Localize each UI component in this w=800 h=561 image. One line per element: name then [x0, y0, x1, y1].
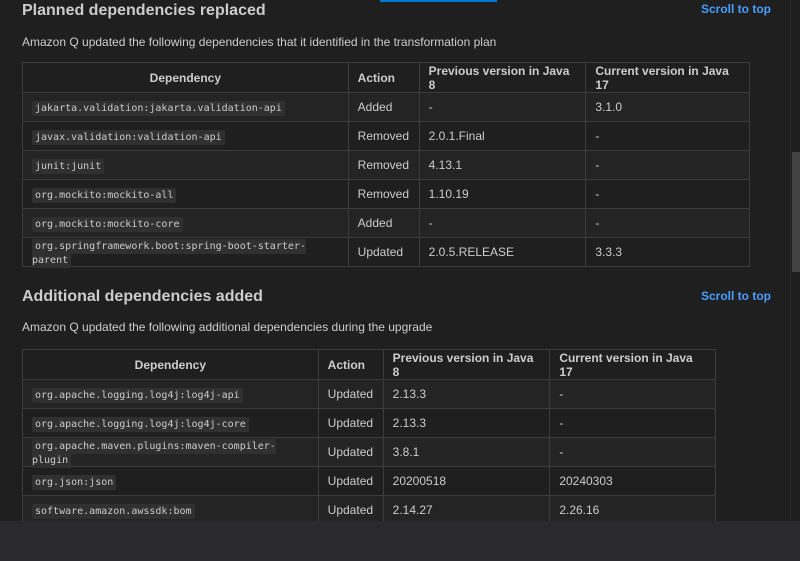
- previous-version-cell: 2.0.1.Final: [418, 121, 587, 151]
- table-row: jakarta.validation:jakarta.validation-ap…: [22, 92, 750, 122]
- previous-version-cell: 4.13.1: [418, 150, 587, 180]
- dependency-cell: org.apache.maven.plugins:maven-compiler-…: [22, 437, 319, 468]
- table-row: junit:junit Removed 4.13.1 -: [22, 150, 750, 180]
- additional-dependencies-table: Dependency Action Previous version in Ja…: [22, 349, 716, 521]
- column-header-previous-version: Previous version in Java 8: [418, 62, 587, 93]
- action-cell: Updated: [317, 379, 384, 409]
- scrollbar-thumb[interactable]: [792, 152, 800, 272]
- current-version-cell: 20240303: [549, 466, 716, 496]
- dependency-name: org.json:json: [32, 475, 117, 490]
- table-row: org.mockito:mockito-all Removed 1.10.19 …: [22, 179, 750, 209]
- dependency-name: org.mockito:mockito-core: [32, 217, 183, 232]
- column-header-action: Action: [347, 62, 420, 93]
- dependency-cell: org.apache.logging.log4j:log4j-api: [22, 379, 319, 409]
- current-version-cell: -: [585, 150, 750, 180]
- column-header-action: Action: [317, 349, 384, 380]
- table-row: org.springframework.boot:spring-boot-sta…: [22, 237, 750, 268]
- column-header-previous-version: Previous version in Java 8: [382, 349, 551, 380]
- current-version-cell: 3.3.3: [585, 237, 750, 267]
- previous-version-cell: 3.8.1: [382, 437, 551, 467]
- additional-section-description: Amazon Q updated the following additiona…: [22, 320, 433, 334]
- action-cell: Removed: [347, 179, 420, 209]
- bottom-panel: [0, 521, 800, 561]
- dependency-cell: org.json:json: [22, 466, 319, 496]
- table-row: org.apache.maven.plugins:maven-compiler-…: [22, 437, 716, 468]
- previous-version-cell: 2.13.3: [382, 408, 551, 438]
- previous-version-cell: 1.10.19: [418, 179, 587, 209]
- action-cell: Updated: [317, 466, 384, 496]
- dependency-cell: jakarta.validation:jakarta.validation-ap…: [22, 92, 349, 122]
- dependency-name: jakarta.validation:jakarta.validation-ap…: [32, 101, 285, 116]
- table-row: software.amazon.awssdk:bom Updated 2.14.…: [22, 495, 716, 521]
- action-cell: Removed: [347, 150, 420, 180]
- dependency-cell: org.springframework.boot:spring-boot-sta…: [22, 237, 349, 268]
- action-cell: Updated: [317, 408, 384, 438]
- column-header-current-version: Current version in Java 17: [585, 62, 750, 93]
- current-version-cell: -: [585, 179, 750, 209]
- scroll-to-top-link-2[interactable]: Scroll to top: [701, 289, 771, 303]
- dependency-name: javax.validation:validation-api: [32, 130, 225, 145]
- report-view: Planned dependencies replaced Scroll to …: [0, 0, 790, 521]
- action-cell: Removed: [347, 121, 420, 151]
- column-header-current-version: Current version in Java 17: [549, 349, 716, 380]
- scroll-to-top-link-1[interactable]: Scroll to top: [701, 2, 771, 16]
- table-row: org.apache.logging.log4j:log4j-api Updat…: [22, 379, 716, 409]
- active-tab-indicator: [380, 0, 497, 2]
- table-row: javax.validation:validation-api Removed …: [22, 121, 750, 151]
- current-version-cell: -: [585, 121, 750, 151]
- planned-dependencies-table: Dependency Action Previous version in Ja…: [22, 62, 750, 268]
- dependency-name: org.apache.logging.log4j:log4j-core: [32, 417, 249, 432]
- current-version-cell: -: [549, 379, 716, 409]
- previous-version-cell: 2.14.27: [382, 495, 551, 521]
- dependency-name: org.mockito:mockito-all: [32, 188, 177, 203]
- dependency-cell: software.amazon.awssdk:bom: [22, 495, 319, 521]
- table-row: org.apache.logging.log4j:log4j-core Upda…: [22, 408, 716, 438]
- planned-section-description: Amazon Q updated the following dependenc…: [22, 35, 497, 49]
- table-row: org.mockito:mockito-core Added - -: [22, 208, 750, 238]
- action-cell: Added: [347, 92, 420, 122]
- planned-section-title: Planned dependencies replaced: [22, 2, 266, 19]
- dependency-cell: org.mockito:mockito-core: [22, 208, 349, 238]
- current-version-cell: 3.1.0: [585, 92, 750, 122]
- current-version-cell: 2.26.16: [549, 495, 716, 521]
- previous-version-cell: 2.0.5.RELEASE: [418, 237, 587, 267]
- dependency-name: software.amazon.awssdk:bom: [32, 504, 195, 519]
- previous-version-cell: -: [418, 208, 587, 238]
- current-version-cell: -: [549, 408, 716, 438]
- dependency-name: junit:junit: [32, 159, 105, 174]
- action-cell: Updated: [317, 437, 384, 467]
- previous-version-cell: 2.13.3: [382, 379, 551, 409]
- action-cell: Updated: [317, 495, 384, 521]
- column-header-dependency: Dependency: [22, 62, 349, 93]
- dependency-cell: javax.validation:validation-api: [22, 121, 349, 151]
- action-cell: Added: [347, 208, 420, 238]
- dependency-cell: org.mockito:mockito-all: [22, 179, 349, 209]
- additional-section-title: Additional dependencies added: [22, 288, 263, 305]
- previous-version-cell: 20200518: [382, 466, 551, 496]
- previous-version-cell: -: [418, 92, 587, 122]
- table-row: org.json:json Updated 20200518 20240303: [22, 466, 716, 496]
- table-header-row: Dependency Action Previous version in Ja…: [22, 62, 750, 93]
- dependency-name: org.springframework.boot:spring-boot-sta…: [32, 239, 306, 268]
- dependency-name: org.apache.logging.log4j:log4j-api: [32, 388, 243, 403]
- action-cell: Updated: [347, 237, 420, 267]
- column-header-dependency: Dependency: [22, 349, 319, 380]
- vertical-scrollbar[interactable]: [790, 0, 800, 521]
- current-version-cell: -: [585, 208, 750, 238]
- dependency-cell: junit:junit: [22, 150, 349, 180]
- table-header-row: Dependency Action Previous version in Ja…: [22, 349, 716, 380]
- dependency-cell: org.apache.logging.log4j:log4j-core: [22, 408, 319, 438]
- current-version-cell: -: [549, 437, 716, 467]
- dependency-name: org.apache.maven.plugins:maven-compiler-…: [32, 439, 276, 468]
